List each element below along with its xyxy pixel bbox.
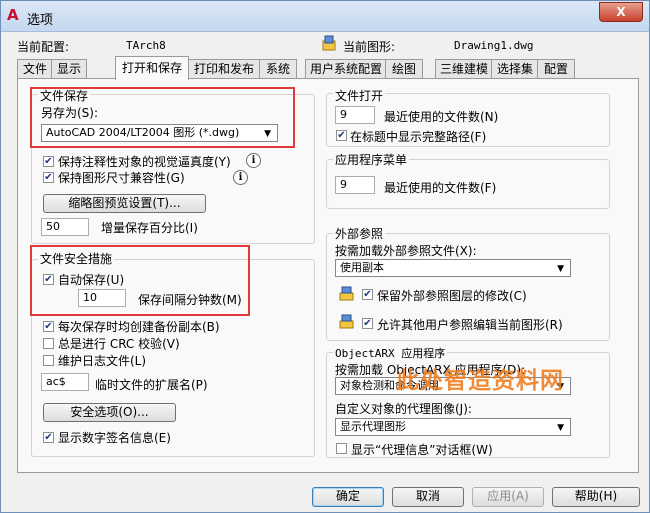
retain-xref-changes-checkbox[interactable]: ✔ (362, 289, 373, 300)
incremental-save-label: 增量保存百分比(I) (101, 221, 198, 235)
allow-xref-edit-checkbox[interactable]: ✔ (362, 318, 373, 329)
highlight-box-autosave (30, 245, 250, 316)
chevron-down-icon: ▼ (557, 423, 564, 433)
drawing-file-icon (322, 35, 336, 51)
tab-files[interactable]: 文件 (17, 59, 53, 79)
full-path-checkbox[interactable]: ✔ (336, 130, 347, 141)
proxy-image-label: 自定义对象的代理图像(J): (335, 402, 472, 416)
crc-check-label: 总是进行 CRC 校验(V) (58, 337, 180, 351)
proxy-dialog-checkbox[interactable] (336, 443, 347, 454)
file-open-title: 文件打开 (333, 87, 386, 104)
log-file-label: 维护日志文件(L) (58, 354, 147, 368)
proxy-dialog-label: 显示“代理信息”对话框(W) (351, 443, 493, 457)
title-bar[interactable]: A 选项 X (1, 1, 649, 32)
menu-recent-count-input[interactable]: 9 (335, 176, 375, 194)
crc-check-checkbox[interactable] (43, 338, 54, 349)
digital-signature-label: 显示数字签名信息(E) (58, 431, 171, 445)
apply-button[interactable]: 应用(A) (472, 487, 544, 507)
keep-annotative-checkbox[interactable]: ✔ (43, 156, 54, 167)
log-file-checkbox[interactable] (43, 355, 54, 366)
tab-plot-and-publish[interactable]: 打印和发布 (187, 59, 261, 79)
xref-demand-load-value: 使用副本 (340, 261, 384, 274)
ok-button[interactable]: 确定 (312, 487, 384, 507)
proxy-image-value: 显示代理图形 (340, 420, 406, 433)
chevron-down-icon: ▼ (557, 264, 564, 274)
watermark-text: 此处智造资料网 (396, 368, 564, 394)
tab-profiles[interactable]: 配置 (537, 59, 575, 79)
allow-xref-edit-label: 允许其他用户参照编辑当前图形(R) (377, 318, 563, 332)
retain-xref-changes-label: 保留外部参照图层的修改(C) (377, 289, 527, 303)
incremental-save-input[interactable]: 50 (41, 218, 89, 236)
highlight-box-save (30, 87, 295, 148)
tab-display[interactable]: 显示 (51, 59, 87, 79)
app-menu-title: 应用程序菜单 (333, 151, 410, 168)
maintain-size-label: 保持图形尺寸兼容性(G) (58, 171, 185, 185)
info-icon[interactable]: i (233, 170, 248, 185)
close-button[interactable]: X (599, 2, 643, 22)
xref-demand-load-select[interactable]: 使用副本 ▼ (335, 259, 571, 277)
cancel-button[interactable]: 取消 (392, 487, 464, 507)
digital-signature-checkbox[interactable]: ✔ (43, 432, 54, 443)
tab-user-preferences[interactable]: 用户系统配置 (305, 59, 387, 79)
tab-open-and-save[interactable]: 打开和保存 (115, 56, 189, 80)
xref-title: 外部参照 (333, 225, 386, 242)
current-drawing-value: Drawing1.dwg (454, 39, 534, 52)
open-recent-count-input[interactable]: 9 (335, 106, 375, 124)
current-profile-value: TArch8 (126, 39, 166, 52)
temp-extension-input[interactable]: ac$ (41, 373, 89, 391)
thumbnail-settings-button[interactable]: 缩略图预览设置(T)... (43, 194, 206, 213)
temp-extension-label: 临时文件的扩展名(P) (95, 378, 208, 392)
keep-annotative-label: 保持注释性对象的视觉逼真度(Y) (58, 155, 231, 169)
objectarx-title: ObjectARX 应用程序 (333, 345, 448, 361)
autocad-app-icon: A (7, 6, 19, 24)
menu-recent-count-label: 最近使用的文件数(F) (384, 181, 497, 195)
help-button[interactable]: 帮助(H) (552, 487, 640, 507)
tab-system[interactable]: 系统 (259, 59, 297, 79)
backup-copy-label: 每次保存时均创建备份副本(B) (58, 320, 220, 334)
current-drawing-label: 当前图形: (343, 40, 396, 54)
open-recent-count-label: 最近使用的文件数(N) (384, 110, 499, 124)
tab-selection[interactable]: 选择集 (491, 59, 539, 79)
tab-3d-modeling[interactable]: 三维建模 (435, 59, 493, 79)
options-dialog: A 选项 X 当前配置: TArch8 当前图形: Drawing1.dwg 文… (0, 0, 650, 513)
xref-demand-load-label: 按需加载外部参照文件(X): (335, 244, 477, 258)
current-profile-label: 当前配置: (17, 40, 70, 54)
security-options-button[interactable]: 安全选项(O)... (43, 403, 176, 422)
proxy-image-select[interactable]: 显示代理图形 ▼ (335, 418, 571, 436)
backup-copy-checkbox[interactable]: ✔ (43, 321, 54, 332)
info-icon[interactable]: i (246, 153, 261, 168)
window-title: 选项 (27, 13, 54, 28)
maintain-size-checkbox[interactable]: ✔ (43, 172, 54, 183)
tab-drafting[interactable]: 绘图 (385, 59, 423, 79)
full-path-label: 在标题中显示完整路径(F) (350, 130, 487, 144)
xref-layer-icon (339, 286, 354, 301)
xref-edit-icon (339, 314, 354, 329)
